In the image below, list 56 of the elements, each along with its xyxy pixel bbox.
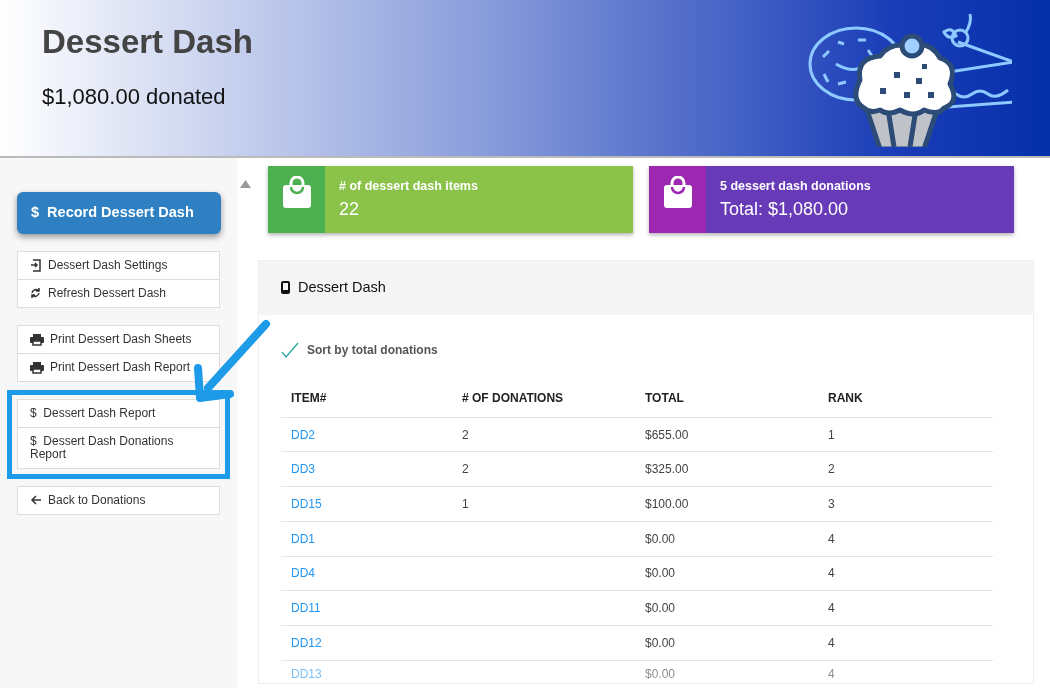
table-cell: $655.00 (645, 427, 689, 442)
item-link[interactable]: DD2 (291, 427, 315, 442)
item-link[interactable]: DD15 (291, 496, 322, 511)
column-header: TOTAL (635, 378, 818, 418)
column-header: # OF DONATIONS (452, 378, 635, 418)
sidebar-link[interactable]: Back to Donations (17, 486, 220, 515)
checkmark-icon[interactable] (281, 341, 299, 358)
column-header: ITEM# (281, 378, 452, 418)
sidebar-link[interactable]: Dessert Dash Settings (17, 251, 220, 280)
item-link[interactable]: DD12 (291, 635, 322, 650)
table-cell: 2 (462, 427, 469, 442)
table-cell: 3 (828, 496, 835, 511)
sidebar-link[interactable]: $ Dessert Dash Donations Report (17, 427, 220, 469)
stat-value: 22 (339, 197, 361, 221)
printer-icon (30, 361, 44, 374)
page-title: Dessert Dash (42, 22, 254, 62)
exit-door-icon (30, 259, 42, 272)
refresh-icon (30, 287, 42, 300)
table-cell: 4 (828, 635, 835, 650)
sidebar-link[interactable]: Refresh Dessert Dash (17, 279, 220, 308)
stat-label: # of dessert dash items (339, 178, 479, 195)
donated-total: $1,080.00 donated (42, 82, 227, 111)
phone-icon (281, 281, 290, 295)
sidebar-link[interactable]: $ Dessert Dash Report (17, 399, 220, 428)
table-cell: $325.00 (645, 462, 689, 477)
column-header: RANK (818, 378, 993, 418)
table-cell: $0.00 (645, 531, 676, 546)
table-cell: $0.00 (645, 635, 676, 650)
sort-option-label: Sort by total donations (307, 341, 438, 359)
table-cell: 4 (828, 566, 835, 581)
table-cell: 2 (828, 462, 835, 477)
scroll-up-icon[interactable] (240, 180, 251, 188)
table-cell: 4 (828, 531, 835, 546)
table-cell: $0.00 (645, 566, 676, 581)
table-cell: 2 (462, 462, 469, 477)
record-dessert-dash-button[interactable]: $ Record Dessert Dash (17, 192, 221, 234)
sidebar-link[interactable]: Print Dessert Dash Report (17, 353, 220, 382)
printer-icon (30, 333, 44, 346)
table-cell: 4 (828, 601, 835, 616)
item-link[interactable]: DD4 (291, 566, 315, 581)
shopping-bag-icon (281, 176, 312, 209)
table-cell: $0.00 (645, 666, 676, 681)
item-link[interactable]: DD1 (291, 531, 315, 546)
stat-value: Total: $1,080.00 (720, 197, 850, 221)
item-link[interactable]: DD11 (291, 601, 321, 616)
back-arrow-icon (30, 494, 42, 507)
table-cell: $0.00 (645, 601, 676, 616)
table-cell: 1 (462, 496, 469, 511)
table-cell: 1 (828, 427, 835, 442)
item-link[interactable]: DD3 (291, 462, 315, 477)
table-cell: $100.00 (645, 496, 689, 511)
panel-title: Dessert Dash (298, 278, 386, 297)
table-cell: 4 (828, 666, 835, 681)
stat-label: 5 dessert dash donations (720, 178, 872, 195)
shopping-bag-icon (662, 176, 693, 209)
sidebar-link[interactable]: Print Dessert Dash Sheets (17, 325, 220, 354)
